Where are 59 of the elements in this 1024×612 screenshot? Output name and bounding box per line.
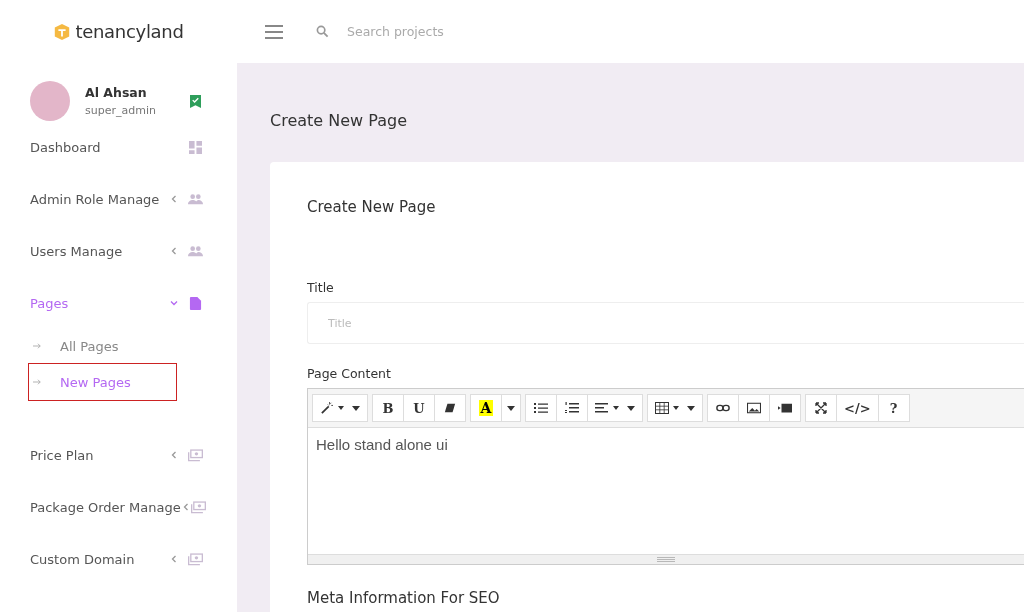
people-icon <box>188 244 203 258</box>
brand-name: tenancyland <box>75 21 184 42</box>
toolbar-button[interactable] <box>434 394 466 422</box>
table-icon <box>655 402 669 414</box>
toolbar-button[interactable] <box>556 394 588 422</box>
toolbar-button[interactable] <box>805 394 837 422</box>
banknotes-icon <box>190 500 206 514</box>
nav-item[interactable]: Users Manage <box>0 225 237 277</box>
sub-nav-item[interactable]: All Pages <box>28 329 177 363</box>
resize-handle-icon[interactable] <box>657 557 675 562</box>
card-title: Create New Page <box>307 198 437 216</box>
bullet-list-icon <box>534 402 548 414</box>
image-icon <box>747 402 761 414</box>
sub-nav-item[interactable]: New Pages <box>28 363 177 401</box>
search-icon <box>316 25 329 38</box>
arrow-right-icon <box>33 342 42 350</box>
toolbar-button[interactable]: ? <box>877 394 910 422</box>
align-left-icon <box>595 402 609 414</box>
toolbar-button[interactable]: </> <box>836 394 879 422</box>
field-label: Page Content <box>307 366 392 381</box>
dropdown-button[interactable] <box>501 394 521 422</box>
toolbar-button[interactable] <box>647 394 703 422</box>
toolbar-button[interactable]: B <box>372 394 404 422</box>
menu-icon[interactable] <box>265 24 283 39</box>
toolbar-button[interactable] <box>312 394 368 422</box>
logo-icon <box>53 22 72 41</box>
editor-content[interactable]: Hello stand alone ui <box>316 428 1024 554</box>
magic-wand-icon <box>320 402 334 414</box>
toolbar-button[interactable]: A <box>470 394 502 422</box>
page-title: Create New Page <box>270 111 408 130</box>
toolbar-button[interactable] <box>769 394 801 422</box>
arrow-right-icon <box>33 378 42 386</box>
section-title: Meta Information For SEO <box>307 589 501 607</box>
numbered-list-icon <box>565 402 579 414</box>
nav-item[interactable]: Admin Role Manage <box>0 173 237 225</box>
nav-item[interactable]: Custom Domain <box>0 533 237 585</box>
user-role: super_admin <box>85 104 157 117</box>
banknotes-icon <box>188 448 203 462</box>
document-icon <box>188 296 203 310</box>
caret-icon <box>507 405 515 411</box>
link-icon <box>716 402 730 414</box>
video-icon <box>778 402 792 414</box>
eraser-icon <box>443 402 457 414</box>
title-field[interactable]: Title <box>307 302 1024 344</box>
fullscreen-icon <box>814 402 828 414</box>
nav-item[interactable]: Price Plan <box>0 429 237 481</box>
toolbar-button[interactable] <box>707 394 739 422</box>
toolbar-button[interactable] <box>587 394 643 422</box>
user-name: Al Ahsan <box>85 85 148 100</box>
people-icon <box>188 192 203 206</box>
banknotes-icon <box>188 552 203 566</box>
toolbar-button[interactable] <box>525 394 557 422</box>
nav-item[interactable]: Dashboard <box>0 121 237 173</box>
dashboard-icon <box>188 140 203 154</box>
field-label: Title <box>307 280 335 295</box>
toolbar-button[interactable] <box>738 394 770 422</box>
toolbar-button[interactable]: U <box>403 394 435 422</box>
nav-item[interactable]: Package Order Manage <box>0 481 237 533</box>
avatar <box>30 81 70 121</box>
